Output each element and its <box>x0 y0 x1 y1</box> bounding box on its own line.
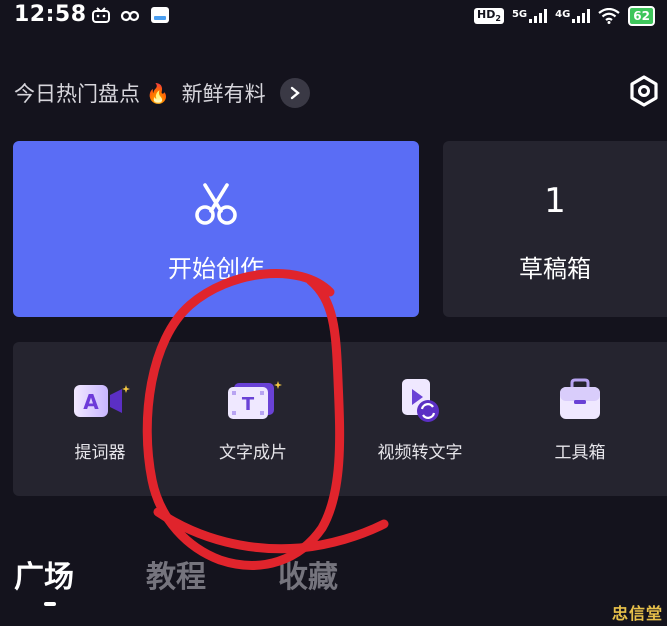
tool-label: 工具箱 <box>554 443 606 463</box>
app-notification-icon <box>151 7 169 23</box>
signal-5g: 5G <box>512 9 548 23</box>
scissors-icon <box>195 183 237 225</box>
svg-text:T: T <box>242 394 255 415</box>
wifi-icon <box>598 8 620 24</box>
trending-subtitle: 新鲜有料 <box>181 82 266 106</box>
drafts-label: 草稿箱 <box>519 255 591 283</box>
tab-plaza[interactable]: 广场 <box>14 552 74 596</box>
drafts-count: 1 <box>544 181 566 221</box>
trending-title: 今日热门盘点 <box>14 82 140 106</box>
settings-hexagon-icon <box>630 75 658 107</box>
tab-tutorials[interactable]: 教程 <box>146 552 206 596</box>
svg-text:A: A <box>83 390 99 414</box>
battery-indicator: 62 <box>628 6 655 26</box>
tool-video-to-text[interactable]: 视频转文字 <box>355 378 485 463</box>
tool-toolbox[interactable]: 工具箱 <box>515 378 645 463</box>
chevron-right-icon <box>290 86 300 100</box>
teleprompter-icon: A <box>74 385 130 417</box>
tab-favorites[interactable]: 收藏 <box>278 552 338 596</box>
watermark-stamp: 忠信堂 <box>611 604 663 623</box>
signal-4g: 4G <box>555 9 591 23</box>
tool-label: 视频转文字 <box>377 443 463 463</box>
status-time: 12:58 <box>14 2 87 27</box>
trending-more-button[interactable] <box>279 78 310 108</box>
tool-teleprompter[interactable]: A 提词器 <box>35 378 165 463</box>
settings-button[interactable] <box>627 74 661 108</box>
trending-banner[interactable]: 今日热门盘点 🔥 新鲜有料 <box>14 78 310 108</box>
hd-badge: HD2 <box>474 8 504 24</box>
status-notification-icons <box>92 6 170 24</box>
status-indicators: HD2 5G 4G 62 <box>474 6 655 26</box>
infinity-icon <box>120 10 140 22</box>
signal-bars-icon <box>572 9 591 23</box>
tool-label: 提词器 <box>74 443 126 463</box>
toolbox-icon <box>560 378 600 419</box>
signal-bars-icon <box>529 9 548 23</box>
active-tab-indicator <box>44 602 56 606</box>
start-creating-label: 开始创作 <box>168 255 264 283</box>
start-creating-card[interactable]: 开始创作 <box>13 141 419 317</box>
tools-panel: A 提词器 T 文字成片 视频转文字 工具箱 <box>13 342 667 496</box>
text-to-video-icon: T <box>228 381 282 419</box>
fire-icon: 🔥 <box>146 82 170 105</box>
tool-text-to-video[interactable]: T 文字成片 <box>188 378 318 463</box>
drafts-card[interactable]: 1 草稿箱 <box>443 141 667 317</box>
tool-label: 文字成片 <box>219 443 287 463</box>
tv-icon <box>92 7 110 23</box>
video-to-text-icon <box>402 379 439 422</box>
